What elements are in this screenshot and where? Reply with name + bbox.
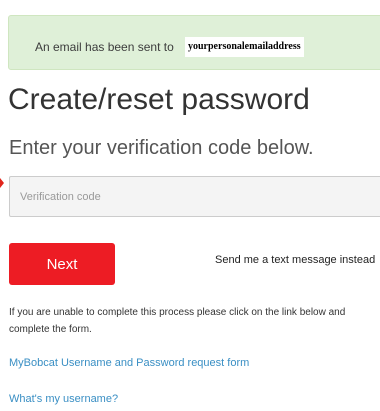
reset-password-page: An email has been sent to yourpersonalem… bbox=[0, 0, 380, 411]
send-text-message-link[interactable]: Send me a text message instead bbox=[215, 254, 375, 266]
email-sent-alert: An email has been sent to yourpersonalem… bbox=[8, 15, 380, 70]
page-subtitle: Enter your verification code below. bbox=[9, 137, 314, 159]
verification-code-input[interactable] bbox=[9, 176, 380, 217]
alert-message: An email has been sent to bbox=[35, 40, 174, 54]
next-button[interactable]: Next bbox=[9, 243, 115, 285]
alert-email-address: yourpersonalemailaddress bbox=[185, 37, 304, 57]
help-text: If you are unable to complete this proce… bbox=[9, 307, 346, 335]
whats-my-username-link[interactable]: What's my username? bbox=[9, 393, 118, 405]
page-title: Create/reset password bbox=[8, 83, 310, 116]
request-form-link[interactable]: MyBobcat Username and Password request f… bbox=[9, 357, 249, 369]
red-arrow-marker bbox=[0, 178, 4, 188]
